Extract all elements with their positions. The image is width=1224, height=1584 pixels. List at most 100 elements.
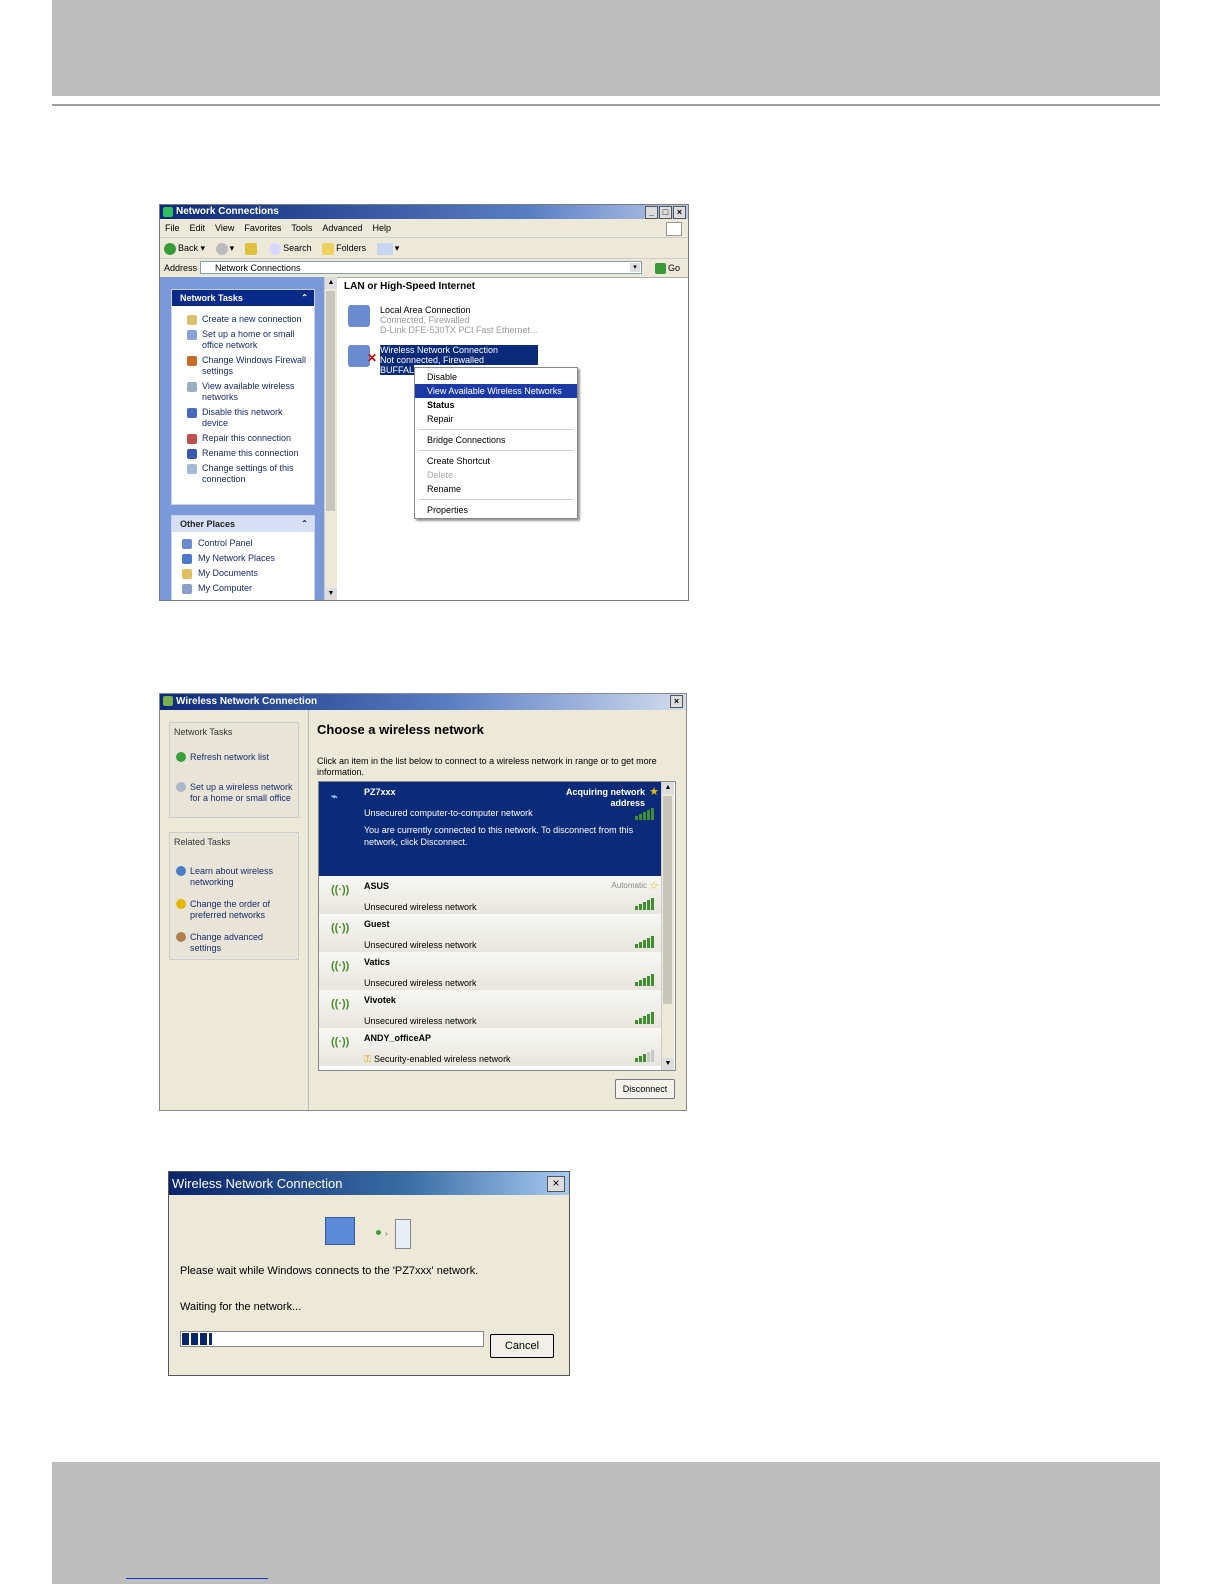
waiting-status: Waiting for the network... [180,1301,302,1313]
computer-icon [182,584,192,594]
close-button[interactable]: × [670,695,683,708]
task-label: Change the order of preferred networks [190,899,271,920]
network-item[interactable]: ((·)) ASUS Automatic ☆ Unsecured wireles… [319,876,661,915]
task-change-settings[interactable]: Change settings of this connection [172,461,314,487]
group-title: Network Tasks [174,727,233,737]
scroll-down-icon[interactable]: ▼ [662,1058,674,1070]
maximize-button[interactable]: □ [659,206,672,219]
change-advanced-settings[interactable]: Change advanced settings [170,929,298,958]
menu-edit[interactable]: Edit [185,219,211,237]
settings-icon [187,464,197,474]
scroll-down-icon[interactable]: ▼ [325,588,337,600]
network-list-scrollbar[interactable]: ▲ ▼ [661,782,674,1070]
close-button[interactable]: × [547,1176,565,1192]
task-pane-scrollbar[interactable]: ▲ ▼ [324,277,337,600]
window-title-bar[interactable]: Wireless Network Connection × [160,694,686,710]
footer-link-underline[interactable] [126,1578,268,1579]
disconnect-button[interactable]: Disconnect [615,1079,675,1099]
firewall-icon [187,356,197,366]
scroll-thumb[interactable] [663,796,672,1004]
views-button[interactable]: ▾ [373,238,404,258]
network-name: PZ7xxx [364,787,396,797]
task-label: Change settings of this connection [202,463,294,484]
network-item[interactable]: ((·)) Vivotek Unsecured wireless network [319,990,661,1029]
signal-bar [647,900,650,910]
place-label: Control Panel [198,538,253,548]
close-button[interactable]: × [673,206,686,219]
task-label: Change Windows Firewall settings [202,355,307,376]
menu-help[interactable]: Help [367,219,396,237]
setup-wireless-network[interactable]: Set up a wireless network for a home or … [170,779,298,808]
computer-icon [325,1217,355,1245]
wireless-network-icon: ((·)) [331,922,350,934]
signal-bar [643,1054,646,1062]
address-field[interactable]: Network Connections ▾ [200,261,642,274]
network-status: Automatic [611,881,647,890]
ctx-rename[interactable]: Rename [415,482,577,496]
forward-button[interactable]: ▾ [212,238,239,258]
wireless-network-icon: ((·)) [331,960,350,972]
ctx-disable[interactable]: Disable [415,370,577,384]
ctx-create-shortcut[interactable]: Create Shortcut [415,454,577,468]
ctx-properties[interactable]: Properties [415,503,577,517]
menu-favorites[interactable]: Favorites [239,219,286,237]
task-view-wireless[interactable]: View available wireless networks [172,379,314,405]
network-connections-window: Network Connections _ □ × File Edit View Fa… [159,204,689,601]
network-item-selected[interactable]: ⌁ PZ7xxx Acquiring network address ★ Uns… [319,782,661,877]
place-my-network[interactable]: My Network Places [172,551,314,566]
learn-wireless[interactable]: Learn about wireless networking [170,863,298,892]
task-rename[interactable]: Rename this connection [172,446,314,461]
task-create-connection[interactable]: Create a new connection [172,312,314,327]
go-button[interactable]: Go [654,259,680,277]
place-control-panel[interactable]: Control Panel [172,536,314,551]
network-item[interactable]: ((·)) ANDY_officeAP ⚿ Security-enabled w… [319,1028,661,1067]
star-icon [176,899,186,909]
lan-connection-icon[interactable] [348,305,370,327]
network-item[interactable]: ((·)) Vatics Unsecured wireless network [319,952,661,991]
access-point-icon [395,1219,411,1249]
back-label: Back [178,243,199,253]
signal-strength-icon [635,974,655,986]
ctx-bridge-connections[interactable]: Bridge Connections [415,433,577,447]
network-item[interactable]: ((·)) Guest Unsecured wireless network [319,914,661,953]
lan-connection[interactable]: Local Area Connection Connected, Firewal… [380,305,538,335]
minimize-button[interactable]: _ [645,206,658,219]
menu-advanced[interactable]: Advanced [317,219,367,237]
address-dropdown-icon[interactable]: ▾ [630,263,640,272]
scroll-up-icon[interactable]: ▲ [325,277,337,289]
network-note: You are currently connected to this netw… [364,825,634,847]
wireless-icon [187,382,197,392]
task-label: Disable this network device [202,407,283,428]
menu-view[interactable]: View [210,219,239,237]
menu-file[interactable]: File [160,219,185,237]
ctx-view-wireless-networks[interactable]: View Available Wireless Networks [415,384,577,398]
task-label: Change advanced settings [190,932,264,953]
signal-bar [639,1018,642,1024]
change-network-order[interactable]: Change the order of preferred networks [170,896,298,925]
other-places-header[interactable]: Other Places ⌃ [172,516,314,532]
search-button[interactable]: Search [265,238,316,258]
place-my-documents[interactable]: My Documents [172,566,314,581]
task-disable-device[interactable]: Disable this network device [172,405,314,431]
folders-button[interactable]: Folders [318,238,370,258]
window-title-bar[interactable]: Network Connections _ □ × [160,205,688,219]
connection-status: Not connected, Firewalled [380,355,538,365]
window-title-bar[interactable]: Wireless Network Connection × [169,1172,569,1195]
signal-bar [651,898,654,910]
task-firewall-settings[interactable]: Change Windows Firewall settings [172,353,314,379]
task-home-network[interactable]: Set up a home or small office network [172,327,314,353]
up-folder-button[interactable] [241,238,263,258]
cancel-button[interactable]: Cancel [490,1334,554,1358]
ctx-repair[interactable]: Repair [415,412,577,426]
scroll-up-icon[interactable]: ▲ [662,782,674,794]
refresh-network-list[interactable]: Refresh network list [170,749,298,767]
ctx-status[interactable]: Status [415,398,577,412]
back-button[interactable]: Back ▾ [160,238,209,258]
windows-logo-icon [666,222,682,236]
scroll-thumb[interactable] [326,291,335,511]
task-repair[interactable]: Repair this connection [172,431,314,446]
network-tasks-header[interactable]: Network Tasks ⌃ [172,290,314,306]
menu-tools[interactable]: Tools [286,219,317,237]
lock-icon: ⚿ [364,1054,371,1064]
place-my-computer[interactable]: My Computer [172,581,314,596]
